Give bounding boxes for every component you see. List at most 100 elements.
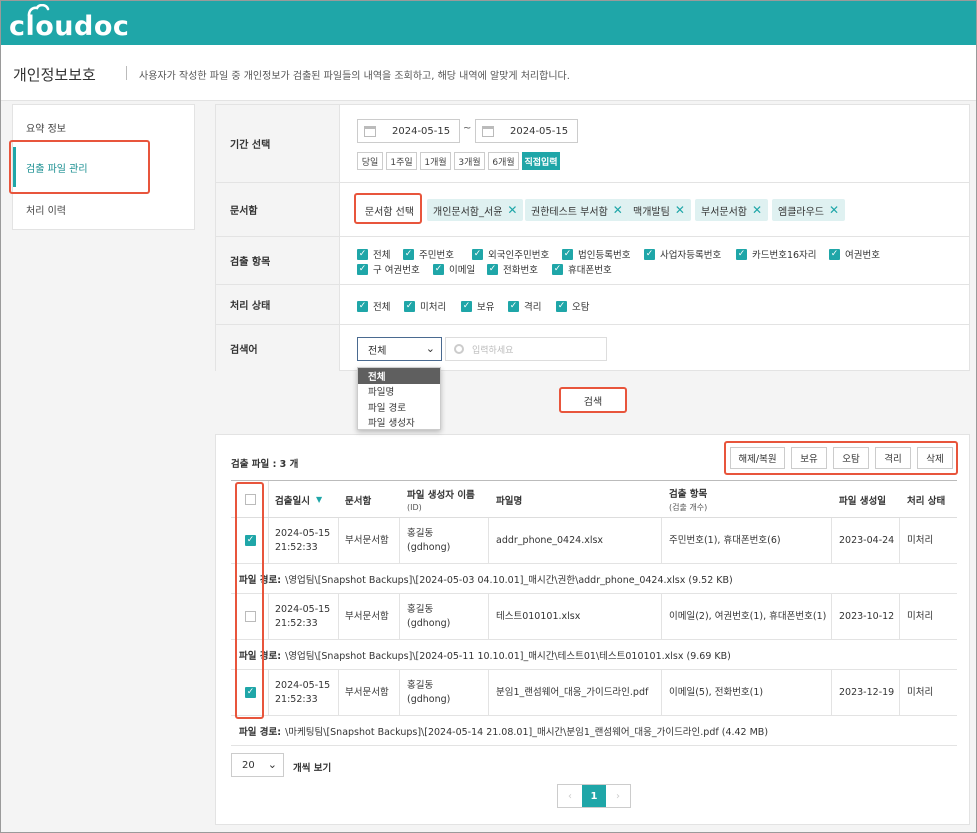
box-tag-label: 권한테스트 부서함 — [531, 206, 608, 218]
quick-today-button[interactable]: 당일 — [357, 152, 383, 170]
quarantine-button[interactable]: 격리 — [875, 447, 911, 469]
status-checkbox[interactable]: ✓ 격리 — [508, 299, 541, 313]
quick-3month-button[interactable]: 3개월 — [454, 152, 485, 170]
row-checkbox-unchecked[interactable] — [245, 611, 256, 622]
box-select-button[interactable]: 문서함 선택 — [360, 199, 419, 221]
status-checkbox[interactable]: ✓ 전체 — [357, 299, 390, 313]
release-restore-button[interactable]: 해제/복원 — [730, 447, 785, 469]
checkbox-checked-icon: ✓ — [433, 263, 444, 275]
column-divider — [899, 518, 900, 563]
search-button[interactable]: 검색 — [559, 387, 627, 413]
row-status: 미처리 — [907, 535, 934, 546]
status-checkbox[interactable]: ✓ 미처리 — [404, 299, 446, 313]
row-filename[interactable]: 분임1_랜섬웨어_대응_가이드라인.pdf — [496, 670, 648, 716]
item-checkbox[interactable]: ✓ 주민번호 — [403, 247, 454, 261]
chevron-down-icon: ⌄ — [267, 758, 277, 771]
sidebar-item-summary[interactable]: 요약 정보 — [13, 107, 194, 147]
calendar-icon — [482, 126, 494, 137]
box-tag: 개인문서함_서윤 ✕ — [427, 199, 524, 221]
row-filename[interactable]: 테스트010101.xlsx — [496, 594, 580, 640]
quick-6month-button[interactable]: 6개월 — [488, 152, 519, 170]
page-button-current[interactable]: 1 — [582, 785, 606, 807]
per-page-select[interactable]: 20 ⌄ — [231, 753, 284, 777]
keyword-type-select[interactable]: 전체 ⌄ — [357, 337, 442, 361]
checkbox-checked-icon: ✓ — [556, 300, 567, 312]
column-divider — [268, 481, 269, 517]
checkbox-checked-icon: ✓ — [357, 248, 368, 260]
item-checkbox[interactable]: ✓ 카드번호16자리 — [736, 247, 817, 261]
header-date-label: 검출일시 — [275, 495, 310, 507]
item-label: 휴대폰번호 — [568, 265, 612, 276]
remove-tag-icon[interactable]: ✕ — [675, 203, 685, 217]
table-row[interactable]: 2024-05-15 21:52:33 부서문서함 홍길동 (gdhong) 테스트… — [231, 594, 957, 640]
cloud-logo-icon — [27, 4, 50, 16]
item-checkbox[interactable]: ✓ 이메일 — [433, 262, 475, 276]
row-status: 미처리 — [907, 611, 934, 622]
header-date[interactable]: 검출일시 ▼ — [275, 481, 322, 518]
row-status: 미처리 — [907, 687, 934, 698]
header-items-sub: (검출 개수) — [669, 503, 708, 512]
keyword-input[interactable]: 입력하세요 — [445, 337, 607, 361]
quick-1month-button[interactable]: 1개월 — [420, 152, 451, 170]
row-filename[interactable]: addr_phone_0424.xlsx — [496, 518, 603, 564]
period-label: 기간 선택 — [216, 105, 340, 182]
quick-1week-button[interactable]: 1주일 — [386, 152, 417, 170]
box-tag-label: 엠클라우드 — [778, 206, 824, 218]
next-page-button[interactable]: › — [606, 785, 630, 807]
remove-tag-icon[interactable]: ✕ — [507, 203, 517, 217]
column-divider — [661, 518, 662, 563]
period-row: 기간 선택 2024-05-15 ~ 2024-05-15 당일 1주일 1개월… — [216, 105, 969, 183]
row-date-day: 2024-05-15 — [275, 604, 331, 615]
column-divider — [661, 670, 662, 715]
item-checkbox[interactable]: ✓ 여권번호 — [829, 247, 880, 261]
row-checkbox-checked[interactable]: ✓ — [245, 535, 256, 546]
status-checkbox[interactable]: ✓ 보유 — [461, 299, 494, 313]
sidebar-item-detected-files[interactable]: 검출 파일 관리 — [13, 147, 194, 187]
item-checkbox[interactable]: ✓ 휴대폰번호 — [552, 262, 612, 276]
row-created: 2023-10-12 — [839, 611, 895, 622]
select-all-checkbox[interactable] — [245, 494, 256, 505]
prev-page-button[interactable]: ‹ — [558, 785, 582, 807]
item-checkbox[interactable]: ✓ 전화번호 — [487, 262, 538, 276]
checkbox-checked-icon: ✓ — [472, 248, 483, 260]
item-checkbox[interactable]: ✓ 구 여권번호 — [357, 262, 420, 276]
remove-tag-icon[interactable]: ✕ — [752, 203, 762, 217]
per-page-label: 개씩 보기 — [293, 763, 332, 774]
start-date-input[interactable]: 2024-05-15 — [357, 119, 460, 143]
dropdown-option[interactable]: 파일명 — [358, 384, 440, 400]
remove-tag-icon[interactable]: ✕ — [613, 203, 623, 217]
row-checkbox-checked[interactable]: ✓ — [245, 687, 256, 698]
false-positive-button[interactable]: 오탐 — [833, 447, 869, 469]
end-date-input[interactable]: 2024-05-15 — [475, 119, 578, 143]
row-creator-name: 홍길동 — [407, 528, 434, 539]
row-items: 주민번호(1), 휴대폰번호(6) — [669, 535, 781, 546]
dropdown-option[interactable]: 파일 경로 — [358, 399, 440, 415]
header-creator-label: 파일 생성자 이름 — [407, 490, 475, 501]
column-divider — [831, 594, 832, 639]
status-option-label: 격리 — [524, 302, 542, 313]
logo[interactable]: cloudoc — [9, 1, 129, 45]
sidebar-item-history[interactable]: 처리 이력 — [13, 189, 194, 229]
table-row[interactable]: ✓ 2024-05-15 21:52:33 부서문서함 홍길동 (gdhong) 분… — [231, 670, 957, 716]
dropdown-option[interactable]: 전체 — [358, 368, 440, 384]
item-checkbox[interactable]: ✓ 사업자등록번호 — [644, 247, 721, 261]
box-tag-label: 맥개발팀 — [633, 206, 670, 218]
item-label: 구 여권번호 — [373, 265, 420, 276]
item-checkbox[interactable]: ✓ 법인등록번호 — [562, 247, 630, 261]
status-label: 처리 상태 — [216, 285, 340, 324]
remove-tag-icon[interactable]: ✕ — [829, 203, 839, 217]
dropdown-option[interactable]: 파일 생성자 — [358, 415, 440, 431]
retain-button[interactable]: 보유 — [791, 447, 827, 469]
row-date-day: 2024-05-15 — [275, 528, 331, 539]
pagination: ‹ 1 › — [557, 784, 631, 808]
box-tag-label: 개인문서함_서윤 — [433, 206, 503, 218]
column-divider — [831, 670, 832, 715]
item-checkbox[interactable]: ✓ 외국인주민번호 — [472, 247, 549, 261]
status-checkbox[interactable]: ✓ 오탐 — [556, 299, 589, 313]
quick-custom-button[interactable]: 직접입력 — [522, 152, 560, 170]
item-checkbox[interactable]: ✓ 전체 — [357, 247, 390, 261]
checkbox-checked-icon: ✓ — [644, 248, 655, 260]
table-row[interactable]: ✓ 2024-05-15 21:52:33 부서문서함 홍길동 (gdhong) a… — [231, 518, 957, 564]
row-creator: 홍길동 (gdhong) — [407, 594, 450, 640]
delete-button[interactable]: 삭제 — [917, 447, 953, 469]
